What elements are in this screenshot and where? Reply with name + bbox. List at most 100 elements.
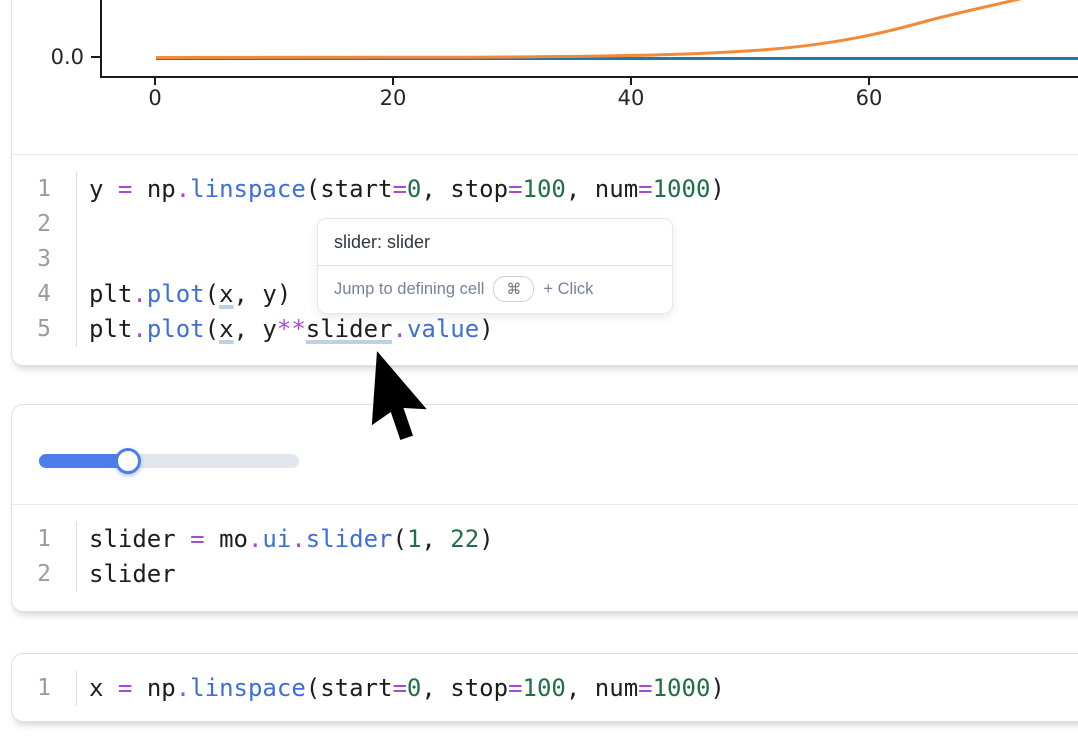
code-line[interactable]: 1y = np.linspace(start=0, stop=100, num=… <box>12 172 1078 207</box>
code-text[interactable]: y = np.linspace(start=0, stop=100, num=1… <box>76 172 725 207</box>
code-token <box>103 674 117 702</box>
code-token: , <box>234 280 263 308</box>
code-token: np <box>147 175 176 203</box>
tooltip-variable-name: slider: slider <box>318 219 672 265</box>
code-token: 1000 <box>653 674 711 702</box>
code-token: , <box>421 525 450 553</box>
code-token: , <box>421 674 450 702</box>
code-token: ( <box>306 175 320 203</box>
code-text[interactable] <box>76 207 89 242</box>
code-token: ) <box>710 674 724 702</box>
code-editor[interactable]: 1x = np.linspace(start=0, stop=100, num=… <box>12 654 1078 723</box>
code-token: 0 <box>407 175 421 203</box>
code-token: linspace <box>190 674 306 702</box>
code-token: y <box>262 280 276 308</box>
code-text[interactable]: slider <box>76 557 176 592</box>
code-token: num <box>595 674 638 702</box>
code-token: = <box>392 175 406 203</box>
code-token <box>205 525 219 553</box>
line-number: 2 <box>12 207 76 242</box>
code-token: ) <box>277 280 291 308</box>
code-token: ( <box>205 280 219 308</box>
x-tick-label: 40 <box>618 86 645 110</box>
code-token: stop <box>450 674 508 702</box>
code-token: num <box>595 175 638 203</box>
code-token: slider <box>89 560 176 588</box>
code-token: start <box>320 175 392 203</box>
variable-reference-underlined: x <box>219 280 233 309</box>
code-token: stop <box>450 175 508 203</box>
line-number: 5 <box>12 312 76 347</box>
code-token: y <box>262 315 276 343</box>
code-token: 100 <box>523 175 566 203</box>
code-token: . <box>248 525 262 553</box>
code-token: = <box>118 674 132 702</box>
code-text[interactable]: x = np.linspace(start=0, stop=100, num=1… <box>76 671 725 706</box>
code-token: . <box>392 315 406 343</box>
code-token: ) <box>479 315 493 343</box>
variable-reference-underlined: slider <box>306 315 393 344</box>
command-key-icon: ⌘ <box>506 280 521 298</box>
code-token: np <box>147 674 176 702</box>
code-line[interactable]: 2 slider <box>12 557 1078 592</box>
code-token: = <box>392 674 406 702</box>
code-token: , <box>566 674 595 702</box>
code-token: 1000 <box>653 175 711 203</box>
y-tick-label: 0.0 <box>51 45 84 69</box>
x-tick-label: 20 <box>380 86 407 110</box>
code-token: ( <box>392 525 406 553</box>
code-text[interactable]: plt.plot(x, y**slider.value) <box>76 312 494 347</box>
x-tick-mark <box>630 78 632 85</box>
code-token: = <box>190 525 204 553</box>
code-token: . <box>132 280 146 308</box>
x-tick-mark <box>868 78 870 85</box>
code-editor[interactable]: 1slider = mo.ui.slider(1, 22)2 slider <box>12 505 1078 610</box>
code-token <box>176 525 190 553</box>
code-token: x <box>89 674 103 702</box>
code-token: = <box>508 674 522 702</box>
code-token: . <box>291 525 305 553</box>
series-orange-curve <box>156 0 1032 58</box>
code-text[interactable] <box>76 242 89 277</box>
code-token: ) <box>479 525 493 553</box>
code-token: = <box>638 175 652 203</box>
code-token: , <box>421 175 450 203</box>
slider-thumb[interactable] <box>115 448 141 474</box>
code-line[interactable]: 5plt.plot(x, y**slider.value) <box>12 312 1078 347</box>
y-axis-spine <box>100 0 102 78</box>
code-token: = <box>638 674 652 702</box>
code-token: , <box>234 315 263 343</box>
code-text[interactable]: slider = mo.ui.slider(1, 22) <box>76 522 494 557</box>
notebook-cell-slider: 1slider = mo.ui.slider(1, 22)2 slider <box>11 404 1078 612</box>
code-token: 22 <box>450 525 479 553</box>
code-token: ) <box>710 175 724 203</box>
code-token: ( <box>205 315 219 343</box>
line-number: 2 <box>12 557 76 592</box>
code-line[interactable]: 1x = np.linspace(start=0, stop=100, num=… <box>12 671 1078 706</box>
matplotlib-figure: 02040600.0 <box>0 0 1078 153</box>
command-key-pill: ⌘ <box>493 276 534 302</box>
x-tick-mark <box>154 78 156 85</box>
code-token: = <box>508 175 522 203</box>
slider-output-area <box>12 405 1078 504</box>
code-text[interactable]: plt.plot(x, y) <box>76 277 291 312</box>
code-line[interactable]: 1slider = mo.ui.slider(1, 22) <box>12 522 1078 557</box>
code-token: 100 <box>523 674 566 702</box>
code-token: , <box>566 175 595 203</box>
code-token: . <box>176 674 190 702</box>
click-hint-label: + Click <box>543 280 593 299</box>
code-token <box>103 175 117 203</box>
code-token: plot <box>147 280 205 308</box>
code-token: 0 <box>407 674 421 702</box>
code-token: plot <box>147 315 205 343</box>
slider-track[interactable] <box>39 454 299 468</box>
code-token: plt <box>89 280 132 308</box>
line-number: 1 <box>12 522 76 557</box>
line-number: 1 <box>12 671 76 706</box>
line-number: 3 <box>12 242 76 277</box>
jump-to-defining-cell-label: Jump to defining cell <box>334 280 484 299</box>
code-token: ui <box>262 525 291 553</box>
code-token: slider <box>306 525 393 553</box>
code-token: slider <box>89 525 176 553</box>
notebook-cell-x: 1x = np.linspace(start=0, stop=100, num=… <box>11 653 1078 722</box>
